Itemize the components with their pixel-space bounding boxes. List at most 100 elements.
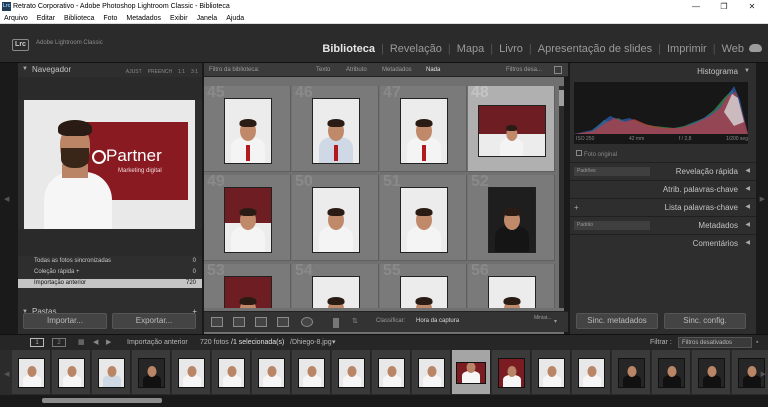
grid-cell[interactable]: 48 <box>468 86 555 172</box>
left-panel-toggle-icon[interactable]: ◀ <box>4 195 9 203</box>
people-view-icon[interactable] <box>301 317 313 327</box>
module-apresentacao[interactable]: Apresentação de slides <box>538 43 652 55</box>
photo-thumbnail[interactable] <box>399 276 448 308</box>
module-imprimir[interactable]: Imprimir <box>667 43 707 55</box>
sync-settings-button[interactable]: Sinc. config. <box>664 313 746 329</box>
screen-2-icon[interactable]: 2 <box>52 338 66 347</box>
photo-thumbnail[interactable] <box>311 276 360 308</box>
grid-view-icon[interactable] <box>211 317 223 327</box>
filmstrip-thumbnail[interactable] <box>132 350 171 394</box>
sort-direction-icon[interactable]: ⇅ <box>352 317 358 325</box>
filmstrip-thumbnail[interactable] <box>92 350 131 394</box>
photo-thumbnail[interactable] <box>223 276 272 308</box>
photo-thumbnail[interactable] <box>311 187 360 253</box>
histogram-header[interactable]: Histograma ▼ <box>570 63 756 80</box>
metadata-preset[interactable]: Padrão <box>574 221 650 230</box>
sort-dropdown[interactable]: Hora da captura <box>416 318 459 324</box>
maximize-button[interactable]: ❐ <box>712 0 736 13</box>
keyword-list-header[interactable]: + Lista palavras-chave ◀ <box>570 198 756 215</box>
minimize-button[interactable]: — <box>684 0 708 13</box>
filmstrip-thumbnail[interactable] <box>492 350 531 394</box>
quick-develop-header[interactable]: Padrões Revelação rápida ◀ <box>570 162 756 179</box>
grid-cell[interactable]: 50 <box>292 175 379 261</box>
photo-thumbnail[interactable] <box>399 98 448 164</box>
back-arrow-icon[interactable]: ◀ <box>93 335 98 351</box>
filter-none[interactable]: Nada <box>426 63 440 77</box>
grid-cell[interactable]: 46 <box>292 86 379 172</box>
filmstrip-thumbnail[interactable] <box>332 350 371 394</box>
filter-presets-dropdown[interactable]: Filtros desa... <box>506 63 542 77</box>
lock-icon[interactable] <box>554 66 562 74</box>
keywording-header[interactable]: Atrib. palavras-chave ◀ <box>570 180 756 197</box>
filter-text[interactable]: Texto <box>316 63 330 77</box>
cloud-icon[interactable] <box>749 44 762 52</box>
module-revelacao[interactable]: Revelação <box>390 43 442 55</box>
photo-thumbnail[interactable] <box>487 187 536 253</box>
grid-cell[interactable]: 55 <box>380 264 467 308</box>
filmstrip-thumbnail[interactable] <box>692 350 731 394</box>
filmstrip-thumbnail[interactable] <box>252 350 291 394</box>
grid-scrollbar[interactable] <box>559 86 564 308</box>
grid-cell[interactable]: 45 <box>204 86 291 172</box>
grid-cell[interactable]: 47 <box>380 86 467 172</box>
catalog-quick-collection[interactable]: Coleção rápida + 0 <box>18 268 202 277</box>
photo-thumbnail[interactable] <box>487 276 536 308</box>
menu-biblioteca[interactable]: Biblioteca <box>64 13 94 23</box>
module-biblioteca[interactable]: Biblioteca <box>322 43 375 55</box>
catalog-previous-import[interactable]: Importação anterior 720 <box>18 279 202 288</box>
filmstrip-thumbnail[interactable] <box>12 350 51 394</box>
filter-attribute[interactable]: Atributo <box>346 63 367 77</box>
menu-janela[interactable]: Janela <box>197 13 218 23</box>
filmstrip-thumbnail[interactable] <box>452 350 491 394</box>
checkbox-icon[interactable] <box>576 150 582 156</box>
grid-cell[interactable]: 49 <box>204 175 291 261</box>
filmstrip-thumbnail[interactable] <box>612 350 651 394</box>
painter-icon[interactable] <box>333 318 339 328</box>
filmstrip-source[interactable]: Importação anterior <box>127 335 188 351</box>
filter-lock-icon[interactable]: ▪ <box>756 335 758 351</box>
chevron-down-icon[interactable]: ▾ <box>332 335 336 351</box>
module-web[interactable]: Web <box>722 43 744 55</box>
module-mapa[interactable]: Mapa <box>457 43 485 55</box>
catalog-all-synced[interactable]: Todas as fotos sincronizadas 0 <box>18 257 202 266</box>
filmstrip-thumbnail[interactable] <box>172 350 211 394</box>
grid-cell[interactable]: 51 <box>380 175 467 261</box>
export-button[interactable]: Exportar... <box>112 313 196 329</box>
filmstrip-thumbnail[interactable] <box>372 350 411 394</box>
menu-metadados[interactable]: Metadados <box>126 13 161 23</box>
filmstrip-right-icon[interactable]: ▶ <box>761 370 766 378</box>
toolbar-menu-icon[interactable]: ▾ <box>554 318 557 325</box>
photo-thumbnail[interactable] <box>223 187 272 253</box>
filmstrip-thumbnail[interactable] <box>412 350 451 394</box>
photo-thumbnail[interactable] <box>477 105 546 157</box>
filmstrip-thumbnail[interactable] <box>652 350 691 394</box>
compare-view-icon[interactable] <box>255 317 267 327</box>
close-button[interactable]: ✕ <box>740 0 764 13</box>
grid-cell[interactable]: 52 <box>468 175 555 261</box>
quick-develop-preset[interactable]: Padrões <box>574 167 650 176</box>
photo-thumbnail[interactable] <box>223 98 272 164</box>
menu-editar[interactable]: Editar <box>37 13 55 23</box>
forward-arrow-icon[interactable]: ▶ <box>106 335 111 351</box>
navigator-header[interactable]: ▼ Navegador AJUST PREENCH 1:1 3:1 <box>18 63 202 77</box>
grid-scroll-thumb[interactable] <box>559 90 564 106</box>
grid-cell[interactable]: 53 <box>204 264 291 308</box>
comments-header[interactable]: Comentários ◀ <box>570 234 756 251</box>
menu-arquivo[interactable]: Arquivo <box>4 13 28 23</box>
photo-thumbnail[interactable] <box>311 98 360 164</box>
filmstrip-thumbnail[interactable] <box>52 350 91 394</box>
grid-small-icon[interactable]: ▦ <box>78 335 85 351</box>
sync-metadata-button[interactable]: Sinc. metadados <box>576 313 658 329</box>
grid-cell[interactable]: 54 <box>292 264 379 308</box>
filmstrip-thumbnail[interactable] <box>532 350 571 394</box>
filmstrip-scroll-thumb[interactable] <box>42 398 162 403</box>
filmstrip-thumbnail[interactable] <box>292 350 331 394</box>
filmstrip-scrollbar[interactable] <box>0 395 768 407</box>
loupe-view-icon[interactable] <box>233 317 245 327</box>
survey-view-icon[interactable] <box>277 317 289 327</box>
menu-exibir[interactable]: Exibir <box>170 13 188 23</box>
screen-1-icon[interactable]: 1 <box>30 338 44 347</box>
right-panel-toggle-icon[interactable]: ▶ <box>760 195 765 203</box>
menu-foto[interactable]: Foto <box>103 13 117 23</box>
metadata-header[interactable]: Padrão Metadados ◀ <box>570 216 756 233</box>
